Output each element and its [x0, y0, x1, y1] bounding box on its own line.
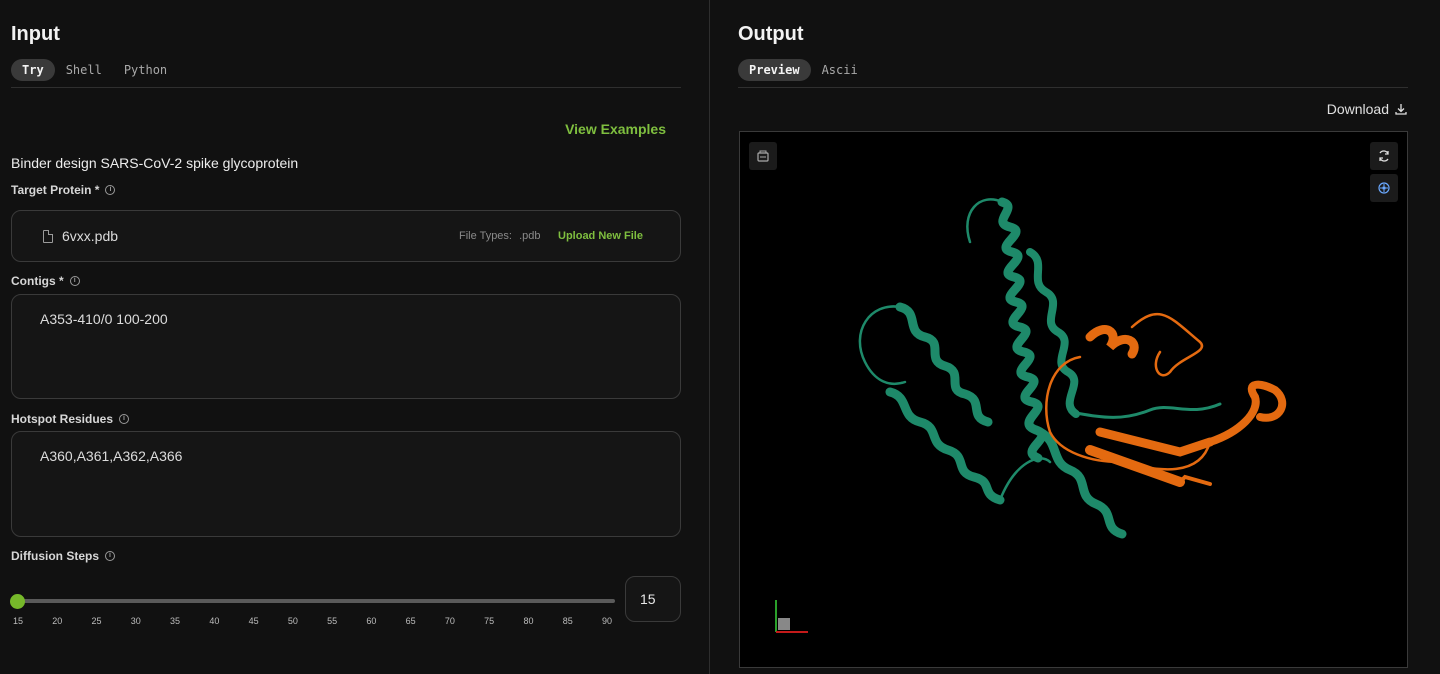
- output-title: Output: [738, 23, 804, 45]
- slider-tick-label: 20: [52, 616, 63, 626]
- download-icon: [1395, 104, 1407, 115]
- slider-tick-label: 50: [287, 616, 298, 626]
- diffusion-steps-slider-thumb[interactable]: [10, 594, 25, 609]
- structure-viewer[interactable]: [739, 131, 1408, 668]
- tab-preview[interactable]: Preview: [738, 59, 811, 81]
- file-types-label: File Types:: [459, 230, 512, 242]
- tab-try[interactable]: Try: [11, 59, 55, 81]
- diffusion-steps-label-text: Diffusion Steps: [11, 549, 100, 563]
- info-icon[interactable]: i: [105, 185, 116, 195]
- slider-tick-label: 40: [209, 616, 220, 626]
- output-tabs-divider: [738, 87, 1408, 88]
- output-tabs: Preview Ascii: [738, 59, 869, 81]
- info-icon[interactable]: i: [119, 414, 130, 424]
- slider-tick-label: 80: [523, 616, 534, 626]
- download-button[interactable]: Download: [1327, 101, 1407, 117]
- download-label: Download: [1326, 101, 1389, 117]
- file-name: 6vxx.pdb: [62, 228, 119, 244]
- slider-tick-label: 30: [130, 616, 141, 626]
- diffusion-steps-slider-track[interactable]: [17, 599, 615, 603]
- slider-tick-label: 85: [562, 616, 573, 626]
- slider-tick-label: 45: [248, 616, 259, 626]
- protein-structure-render: [775, 197, 1287, 633]
- contigs-input[interactable]: A353-410/0 100-200: [11, 294, 681, 399]
- input-tabs: Try Shell Python: [11, 59, 178, 81]
- view-examples-link[interactable]: View Examples: [565, 121, 666, 137]
- diffusion-steps-value-input[interactable]: 15: [625, 576, 681, 622]
- contigs-label: Contigs * i: [11, 274, 80, 288]
- input-tabs-divider: [11, 87, 681, 88]
- info-icon[interactable]: i: [105, 551, 116, 561]
- info-icon[interactable]: i: [69, 276, 80, 286]
- slider-tick-label: 75: [484, 616, 495, 626]
- slider-tick-label: 90: [601, 616, 612, 626]
- hotspot-residues-label-text: Hotspot Residues: [11, 412, 114, 426]
- slider-tick-label: 55: [327, 616, 338, 626]
- target-protein-file-box[interactable]: 6vxx.pdb File Types: .pdb Upload New Fil…: [11, 210, 681, 262]
- tab-shell[interactable]: Shell: [55, 59, 113, 81]
- target-protein-label: Target Protein * i: [11, 183, 116, 197]
- chain-a-helix: [858, 197, 1222, 539]
- diffusion-steps-label: Diffusion Steps i: [11, 549, 116, 563]
- input-title: Input: [11, 23, 60, 45]
- axis-gizmo: [775, 600, 808, 633]
- slider-tick-label: 25: [91, 616, 102, 626]
- example-title: Binder design SARS-CoV-2 spike glycoprot…: [11, 155, 299, 171]
- slider-tick-label: 60: [366, 616, 377, 626]
- slider-tick-label: 35: [170, 616, 181, 626]
- chain-b-structure: [1045, 313, 1287, 487]
- slider-tick-label: 15: [12, 616, 23, 626]
- file-types-value: .pdb: [519, 230, 541, 242]
- hotspot-residues-label: Hotspot Residues i: [11, 412, 130, 426]
- file-types: File Types: .pdb: [459, 230, 540, 242]
- file-icon: [43, 230, 53, 243]
- input-panel: Input Try Shell Python View Examples Bin…: [0, 0, 709, 674]
- slider-tick-label: 70: [444, 616, 455, 626]
- target-protein-label-text: Target Protein *: [11, 183, 100, 197]
- contigs-label-text: Contigs *: [11, 274, 64, 288]
- hotspot-residues-input[interactable]: A360,A361,A362,A366: [11, 431, 681, 537]
- tab-ascii[interactable]: Ascii: [811, 59, 869, 81]
- tab-python[interactable]: Python: [113, 59, 178, 81]
- upload-new-file-button[interactable]: Upload New File: [558, 230, 643, 242]
- slider-tick-label: 65: [405, 616, 416, 626]
